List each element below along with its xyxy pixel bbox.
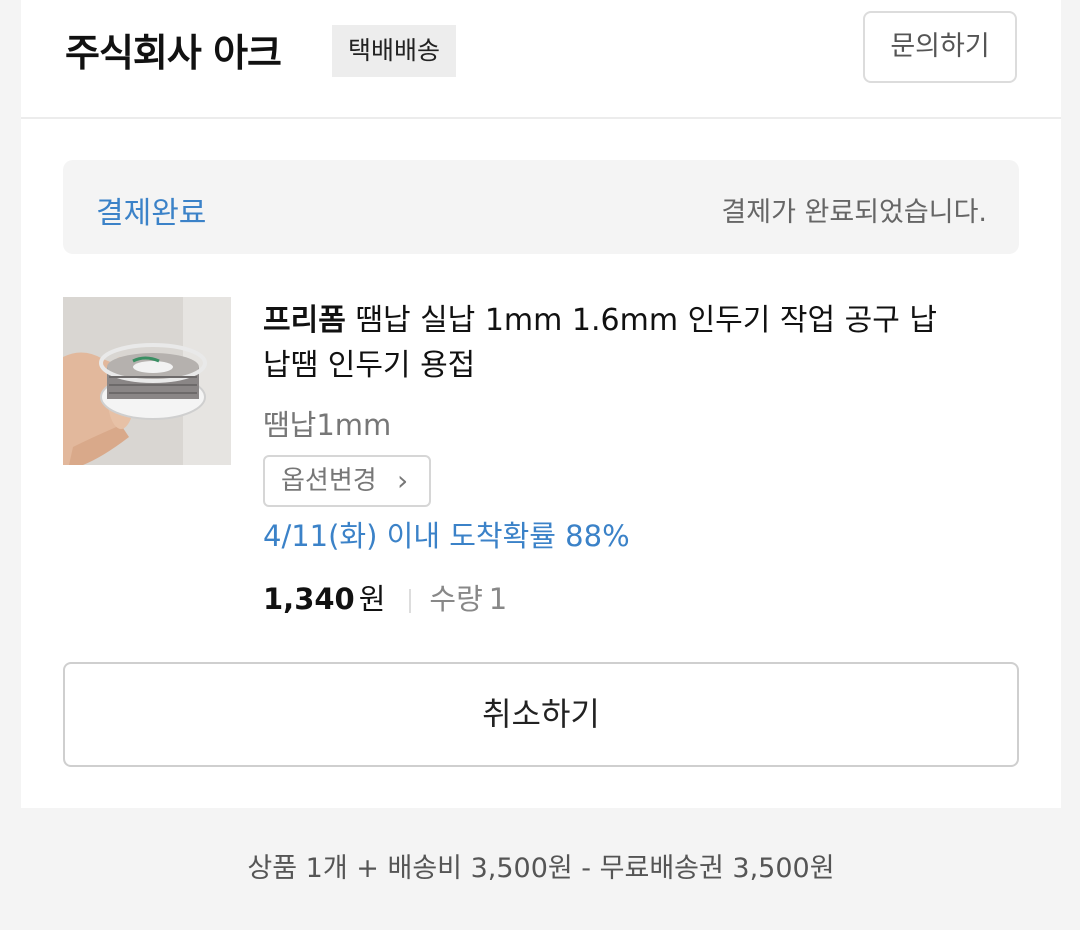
quantity-label: 수량 (429, 582, 483, 616)
option-change-button[interactable]: 옵션변경 › (263, 455, 431, 507)
product-name: 땜납 실납 1mm 1.6mm 인두기 작업 공구 납 납땜 인두기 용접 (263, 303, 937, 383)
divider (409, 589, 412, 613)
status-label: 결제완료 (96, 196, 207, 231)
inquiry-button[interactable]: 문의하기 (863, 11, 1017, 83)
product-title[interactable]: 프리폼 땜납 실납 1mm 1.6mm 인두기 작업 공구 납 납땜 인두기 용… (263, 298, 953, 388)
cancel-order-button[interactable]: 취소하기 (63, 662, 1019, 767)
order-status-box: 결제완료 결제가 완료되었습니다. (63, 160, 1019, 254)
solder-spool-image (63, 297, 231, 465)
option-change-label: 옵션변경 (281, 466, 377, 496)
seller-name[interactable]: 주식회사 아크 (65, 22, 282, 77)
chevron-right-icon: › (397, 464, 409, 497)
product-brand: 프리폼 (263, 303, 346, 338)
shipping-badge: 택배배송 (332, 25, 457, 77)
price-row: 1,340 원 수량 1 (263, 576, 507, 616)
order-summary: 상품 1개 + 배송비 3,500원 - 무료배송권 3,500원 (21, 808, 1061, 908)
order-card: 주식회사 아크 택배배송 문의하기 결제완료 결제가 완료되었습니다. 프리폼 … (21, 0, 1061, 808)
quantity-value: 1 (488, 582, 508, 616)
product-option: 땜납1mm (263, 408, 392, 442)
status-message: 결제가 완료되었습니다. (721, 197, 987, 228)
price-amount: 1,340 (263, 582, 355, 616)
arrival-estimate: 4/11(화) 이내 도착확률 88% (263, 519, 630, 553)
order-header: 주식회사 아크 택배배송 문의하기 (21, 0, 1061, 119)
product-thumbnail[interactable] (63, 297, 231, 465)
price-currency: 원 (358, 582, 386, 616)
